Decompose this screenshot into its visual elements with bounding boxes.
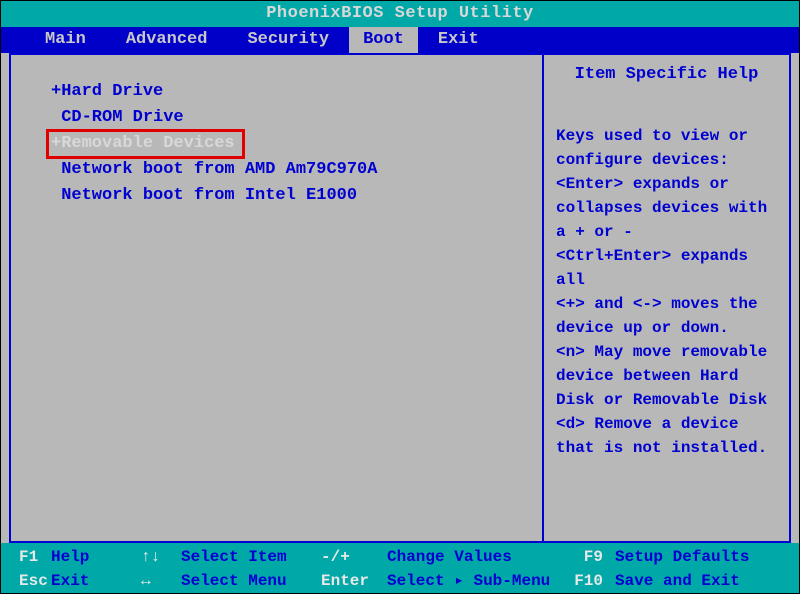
key-f1: F1 [5,545,51,569]
tab-exit[interactable]: Exit [418,27,499,53]
main-area: +Hard Drive CD-ROM Drive+Removable Devic… [9,53,791,543]
key-enter: Enter [321,569,387,593]
app-title: PhoenixBIOS Setup Utility [266,4,534,23]
menu-bar[interactable]: MainAdvancedSecurityBootExit [1,27,799,53]
boot-item[interactable]: Network boot from AMD Am79C970A [51,157,542,183]
boot-item[interactable]: +Hard Drive [51,79,542,105]
label-select-item: Select Item [181,545,321,569]
label-exit: Exit [51,569,141,593]
arrows-updown-icon [141,545,181,569]
boot-order-panel: +Hard Drive CD-ROM Drive+Removable Devic… [9,53,543,543]
key-f9: F9 [567,545,615,569]
boot-item[interactable]: CD-ROM Drive [51,105,542,131]
title-bar: PhoenixBIOS Setup Utility [1,1,799,27]
label-change-values: Change Values [387,545,567,569]
tab-advanced[interactable]: Advanced [106,27,228,53]
label-select-menu: Select Menu [181,569,321,593]
footer-keys: F1 Help Select Item -/+ Change Values F9… [1,543,799,593]
help-panel: Item Specific Help Keys used to view or … [543,53,791,543]
boot-item[interactable]: Network boot from Intel E1000 [51,183,542,209]
tab-main[interactable]: Main [25,27,106,53]
boot-list[interactable]: +Hard Drive CD-ROM Drive+Removable Devic… [11,79,542,209]
footer-row-2: Esc Exit Select Menu Enter Select Sub-Me… [5,569,795,593]
key-f10: F10 [567,569,615,593]
key-esc: Esc [5,569,51,593]
triangle-right-icon [454,572,464,590]
footer-row-1: F1 Help Select Item -/+ Change Values F9… [5,545,795,569]
label-select-submenu: Select Sub-Menu [387,569,567,593]
bios-screen: PhoenixBIOS Setup Utility MainAdvancedSe… [0,0,800,594]
tab-boot[interactable]: Boot [349,27,418,53]
boot-item[interactable]: +Removable Devices [48,131,243,157]
help-title: Item Specific Help [556,65,777,84]
label-setup-defaults: Setup Defaults [615,545,749,569]
label-help: Help [51,545,141,569]
key-plusminus: -/+ [321,545,387,569]
arrows-leftright-icon [141,569,181,593]
help-body: Keys used to view or configure devices: … [556,124,777,460]
tab-security[interactable]: Security [227,27,349,53]
label-save-exit: Save and Exit [615,569,740,593]
